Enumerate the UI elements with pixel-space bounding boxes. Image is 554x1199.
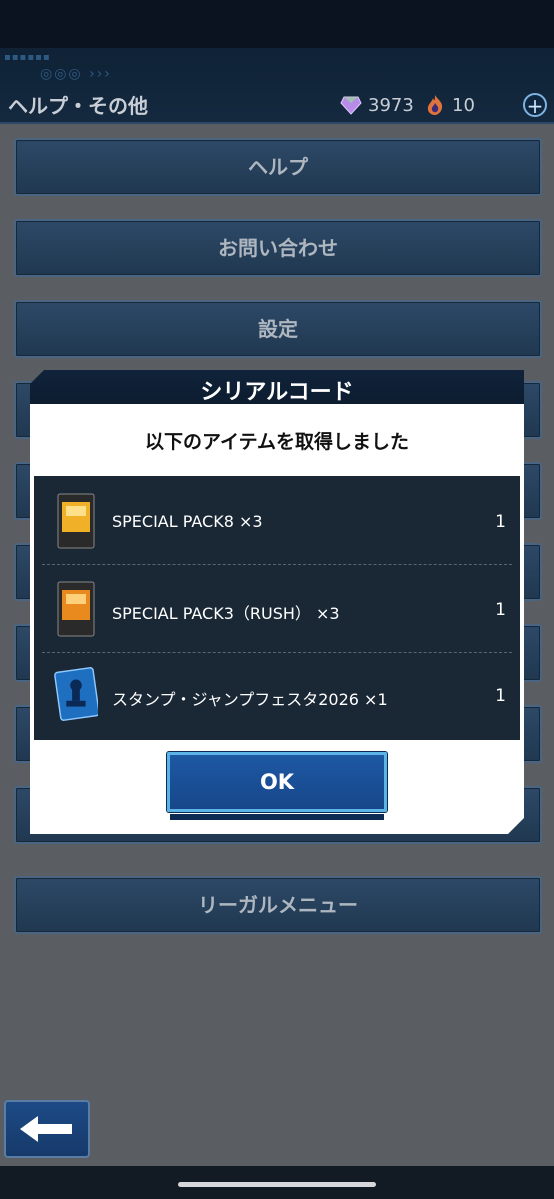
ok-button[interactable]: OK [167,752,387,812]
hud-decoration: ▪▪▪▪▪▪ [4,52,51,63]
legal-menu-button[interactable]: リーガルメニュー [14,876,542,934]
stamp-icon [54,667,98,721]
pack-icon [57,581,95,637]
flame-count: 10 [452,95,475,116]
item-quantity: 1 [495,512,506,532]
settings-button[interactable]: 設定 [14,300,542,358]
list-divider [42,564,512,565]
gem-count: 3973 [368,95,414,116]
add-currency-button[interactable]: + [523,93,547,117]
page-title: ヘルプ・その他 [8,94,148,118]
dialog-subtitle: 以下のアイテムを取得しました [144,431,410,453]
flame-icon [427,95,443,115]
ok-button-shadow [170,814,384,820]
hud-dots-decoration: ◎◎◎ ››› [40,66,112,82]
help-button[interactable]: ヘルプ [14,138,542,196]
dialog-title: シリアルコード [200,380,354,405]
back-arrow-icon [20,1116,72,1142]
back-button[interactable] [4,1100,90,1158]
list-item: スタンプ・ジャンプフェスタ2026 ×1 1 [34,652,520,738]
gem-icon [340,96,362,115]
list-item: SPECIAL PACK3（RUSH） ×3 1 [34,566,520,652]
list-item: SPECIAL PACK8 ×3 1 [34,478,520,564]
reward-list: SPECIAL PACK8 ×3 1 SPECIAL PACK3（RUSH） ×… [34,476,520,740]
item-name: SPECIAL PACK3（RUSH） ×3 [112,604,340,623]
item-name: スタンプ・ジャンプフェスタ2026 ×1 [112,690,388,709]
home-indicator[interactable] [178,1182,376,1187]
status-bar [0,0,554,48]
item-quantity: 1 [495,600,506,620]
pack-icon [57,493,95,549]
item-quantity: 1 [495,686,506,706]
contact-button[interactable]: お問い合わせ [14,219,542,277]
item-name: SPECIAL PACK8 ×3 [112,512,263,531]
